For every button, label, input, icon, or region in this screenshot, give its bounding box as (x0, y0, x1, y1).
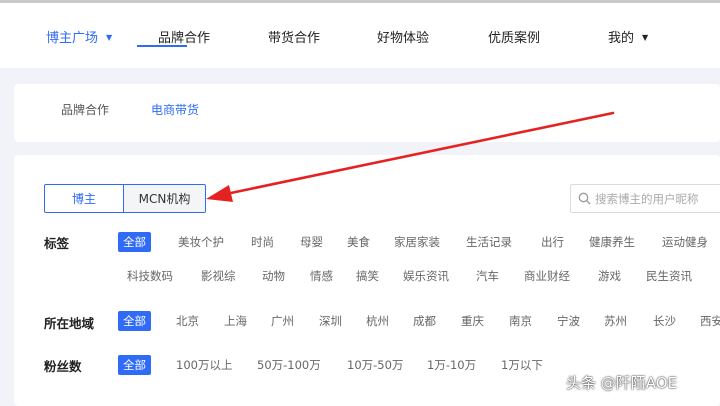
watermark: 头条 @阡陌AOE (566, 374, 678, 392)
red-annotation-arrow (206, 111, 615, 202)
